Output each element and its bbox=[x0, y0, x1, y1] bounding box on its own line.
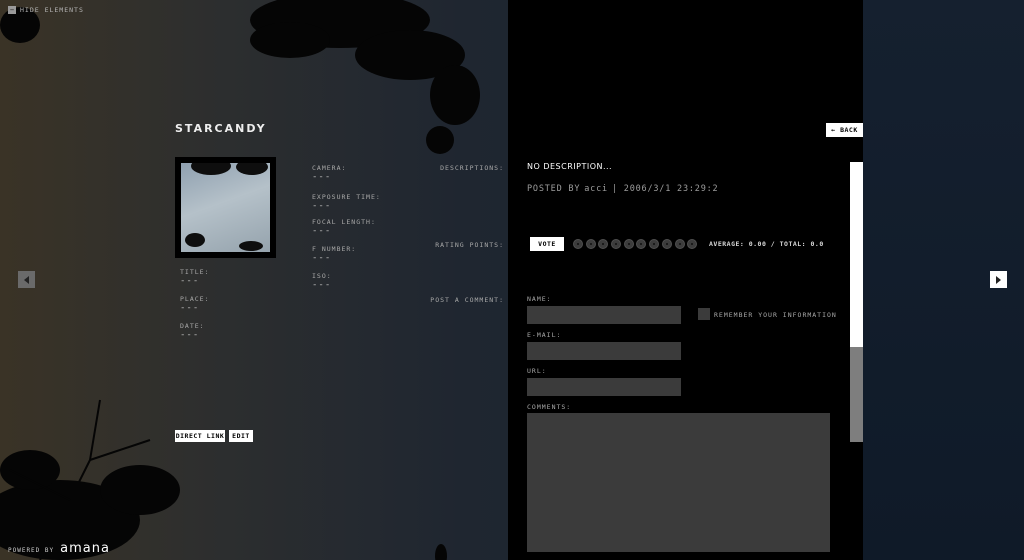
page-title: STARCANDY bbox=[175, 122, 267, 135]
email-input[interactable] bbox=[527, 342, 681, 360]
name-input[interactable] bbox=[527, 306, 681, 324]
rating-dot-6[interactable] bbox=[636, 239, 647, 249]
rating-dot-3[interactable] bbox=[598, 239, 609, 249]
powered-by-label: POWERED BY bbox=[8, 547, 55, 554]
iso-value: --- bbox=[312, 280, 332, 290]
rating-dot-5[interactable] bbox=[623, 239, 634, 249]
posted-author[interactable]: acci bbox=[584, 184, 608, 194]
place-value: --- bbox=[180, 303, 200, 313]
photo-thumbnail[interactable] bbox=[175, 157, 276, 258]
hide-elements-label: HIDE ELEMENTS bbox=[20, 6, 84, 14]
url-input[interactable] bbox=[527, 378, 681, 396]
iso-label: ISO: bbox=[312, 272, 332, 280]
place-label: PLACE: bbox=[180, 295, 210, 303]
arrow-left-icon bbox=[24, 275, 29, 284]
f-number-label: F NUMBER: bbox=[312, 245, 357, 253]
thumbnail-tree bbox=[239, 241, 263, 251]
rating-dot-10[interactable] bbox=[687, 239, 698, 249]
rating-dots bbox=[573, 239, 698, 249]
comments-label: COMMENTS: bbox=[527, 403, 572, 411]
focal-length-label: FOCAL LENGTH: bbox=[312, 218, 376, 226]
rating-dot-2[interactable] bbox=[585, 239, 596, 249]
remember-checkbox[interactable] bbox=[698, 308, 710, 320]
vote-button[interactable]: VOTE bbox=[530, 237, 564, 251]
date-value: --- bbox=[180, 330, 200, 340]
powered-by[interactable]: POWERED BY amana bbox=[8, 541, 110, 556]
exposure-label: EXPOSURE TIME: bbox=[312, 193, 381, 201]
name-label: NAME: bbox=[527, 295, 552, 303]
edit-button[interactable]: EDIT bbox=[229, 430, 253, 442]
direct-link-button[interactable]: DIRECT LINK bbox=[175, 430, 225, 442]
description-text: NO DESCRIPTION... bbox=[527, 162, 613, 171]
f-number-value: --- bbox=[312, 253, 332, 263]
thumbnail-tree bbox=[236, 163, 268, 175]
rating-average: AVERAGE: 0.00 / TOTAL: 0.0 bbox=[709, 240, 824, 248]
posted-by-label: POSTED BY bbox=[527, 184, 581, 194]
exposure-value: --- bbox=[312, 201, 332, 211]
focal-length-value: --- bbox=[312, 226, 332, 236]
rating-dot-4[interactable] bbox=[611, 239, 622, 249]
thumbnail-tree bbox=[191, 163, 231, 175]
hide-elements-button[interactable]: − HIDE ELEMENTS bbox=[8, 6, 84, 14]
email-label: E-MAIL: bbox=[527, 331, 562, 339]
camera-label: CAMERA: bbox=[312, 164, 347, 172]
thumbnail-tree bbox=[185, 233, 205, 247]
back-button[interactable]: ← BACK bbox=[826, 123, 863, 137]
url-label: URL: bbox=[527, 367, 547, 375]
amana-logo: amana bbox=[60, 541, 110, 556]
descriptions-label: DESCRIPTIONS: bbox=[440, 164, 504, 172]
title-label: TITLE: bbox=[180, 268, 210, 276]
comments-textarea[interactable] bbox=[527, 413, 830, 552]
camera-value: --- bbox=[312, 172, 332, 182]
date-label: DATE: bbox=[180, 322, 205, 330]
post-comment-label: POST A COMMENT: bbox=[430, 296, 504, 304]
posted-date: | 2006/3/1 23:29:2 bbox=[611, 184, 719, 194]
title-value: --- bbox=[180, 276, 200, 286]
prev-photo-button[interactable] bbox=[18, 271, 35, 288]
rating-dot-1[interactable] bbox=[573, 239, 583, 249]
posted-by: POSTED BY acci | 2006/3/1 23:29:2 bbox=[527, 184, 718, 194]
rating-dot-7[interactable] bbox=[649, 239, 660, 249]
rating-dot-8[interactable] bbox=[661, 239, 672, 249]
arrow-right-icon bbox=[996, 275, 1001, 284]
minus-box-icon: − bbox=[8, 6, 16, 14]
rating-points-label: RATING POINTS: bbox=[435, 241, 504, 249]
scrollbar-thumb[interactable] bbox=[850, 347, 863, 442]
rating-dot-9[interactable] bbox=[674, 239, 685, 249]
next-photo-button[interactable] bbox=[990, 271, 1007, 288]
remember-label: REMEMBER YOUR INFORMATION bbox=[714, 311, 837, 319]
